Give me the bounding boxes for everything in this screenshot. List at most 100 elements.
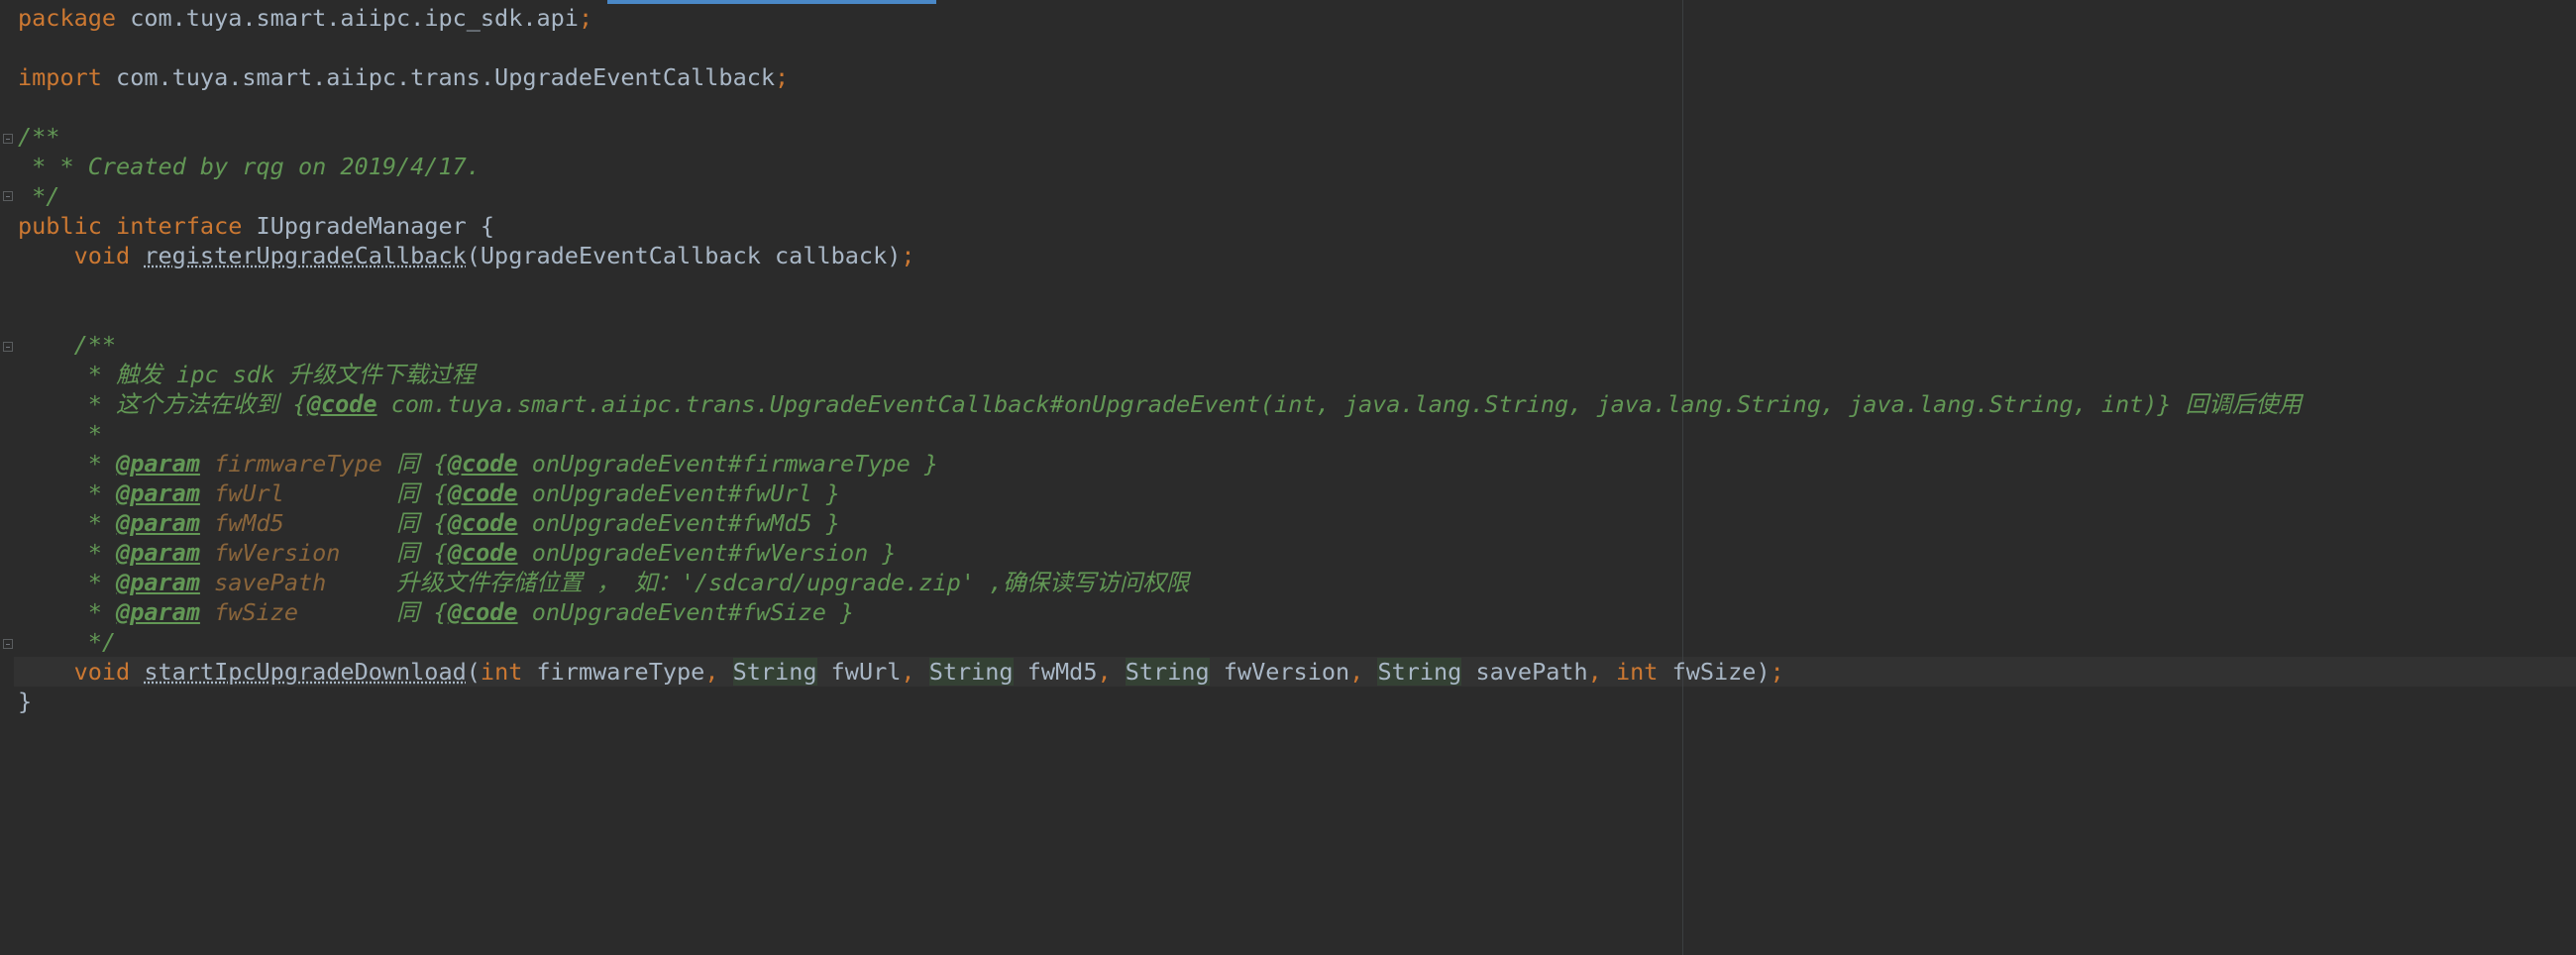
doc-param-name: fwVersion — [199, 539, 341, 567]
doc-comment: * 触发 ipc sdk 升级文件下载过程 — [73, 361, 476, 388]
doc-code-tag: @code — [447, 539, 518, 567]
doc-comment: * — [73, 450, 117, 478]
semicolon: ; — [578, 4, 593, 32]
doc-param-tag: @param — [116, 479, 200, 507]
comma: , — [1097, 658, 1126, 686]
keyword: void — [73, 242, 131, 269]
fold-toggle-icon[interactable] — [3, 342, 13, 352]
comment: * * Created by rqg on 2019/4/17. — [18, 153, 481, 180]
code-line-comment: * * Created by rqg on 2019/4/17. — [18, 152, 2302, 181]
doc-comment: */ — [73, 628, 117, 656]
code-line-param: * @param savePath 升级文件存储位置 ， 如：'/sdcard/… — [18, 568, 2302, 597]
doc-code-tag: @code — [447, 479, 518, 507]
doc-comment: onUpgradeEvent#firmwareType } — [517, 450, 939, 478]
doc-comment: 同 { — [396, 509, 448, 537]
code-line-param: * @param fwSize 同 {@code onUpgradeEvent#… — [18, 597, 2302, 627]
code-line-method: void registerUpgradeCallback(UpgradeEven… — [18, 241, 2302, 270]
doc-comment: onUpgradeEvent#fwVersion } — [517, 539, 897, 567]
code-editor[interactable]: package com.tuya.smart.aiipc.ipc_sdk.api… — [0, 0, 2576, 955]
doc-param-name: fwSize — [199, 598, 298, 626]
doc-comment: * 这个方法在收到 { — [73, 390, 307, 418]
package-name: com.tuya.smart.aiipc.ipc_sdk.api — [130, 4, 579, 32]
keyword: int — [480, 658, 523, 686]
semicolon: ; — [1770, 658, 1784, 686]
argument: savePath — [1461, 658, 1588, 686]
type-name: String — [1377, 658, 1462, 686]
doc-param-tag: @param — [116, 569, 200, 596]
doc-code-tag: @code — [447, 598, 518, 626]
code-line-package: package com.tuya.smart.aiipc.ipc_sdk.api… — [18, 3, 2302, 33]
comma: , — [704, 658, 733, 686]
argument: fwMd5 — [1013, 658, 1098, 686]
doc-param-tag: @param — [116, 509, 200, 537]
doc-comment: * — [73, 569, 117, 596]
keyword: interface — [116, 212, 243, 240]
code-line-doc: * 这个方法在收到 {@code com.tuya.smart.aiipc.tr… — [18, 389, 2302, 419]
doc-code-tag: @code — [447, 509, 518, 537]
method-params: (UpgradeEventCallback callback) — [466, 242, 902, 269]
doc-param-name: fwUrl — [199, 479, 284, 507]
code-line-param: * @param firmwareType 同 {@code onUpgrade… — [18, 449, 2302, 478]
fold-toggle-icon[interactable] — [3, 134, 13, 144]
code-line-param: * @param fwUrl 同 {@code onUpgradeEvent#f… — [18, 478, 2302, 508]
gutter — [0, 0, 14, 955]
doc-comment: onUpgradeEvent#fwUrl } — [517, 479, 840, 507]
doc-param-name: fwMd5 — [199, 509, 284, 537]
semicolon: ; — [901, 242, 915, 269]
keyword: int — [1615, 658, 1659, 686]
doc-code-tag: @code — [306, 390, 377, 418]
code-line-doc: * — [18, 419, 2302, 449]
code-line-param: * @param fwMd5 同 {@code onUpgradeEvent#f… — [18, 508, 2302, 538]
doc-comment: * — [73, 539, 117, 567]
doc-comment: * — [73, 598, 117, 626]
keyword: package — [18, 4, 117, 32]
argument: fwVersion — [1209, 658, 1350, 686]
argument: fwSize — [1658, 658, 1757, 686]
doc-comment: * — [73, 420, 102, 448]
doc-comment: onUpgradeEvent#fwSize } — [517, 598, 855, 626]
doc-param-name: firmwareType — [199, 450, 382, 478]
code-line-import: import com.tuya.smart.aiipc.trans.Upgrad… — [18, 62, 2302, 92]
doc-comment: * — [73, 509, 117, 537]
comment: /** — [18, 123, 60, 151]
keyword: void — [73, 658, 131, 686]
keyword: public — [18, 212, 102, 240]
fold-toggle-icon[interactable] — [3, 191, 13, 201]
type-name: String — [732, 658, 817, 686]
argument: firmwareType — [522, 658, 705, 686]
doc-comment: 同 { — [396, 479, 448, 507]
keyword: import — [18, 63, 102, 91]
doc-comment: /** — [73, 331, 117, 359]
method-name: registerUpgradeCallback — [144, 242, 467, 269]
code-line-doc: */ — [18, 627, 2302, 657]
code-text[interactable]: package com.tuya.smart.aiipc.ipc_sdk.api… — [18, 3, 2302, 716]
doc-comment: 升级文件存储位置 ， 如：'/sdcard/upgrade.zip' ,确保读写… — [326, 569, 1190, 596]
doc-param-tag: @param — [116, 598, 200, 626]
code-line-method: void startIpcUpgradeDownload(int firmwar… — [73, 658, 1784, 686]
code-line-comment: /** — [18, 122, 2302, 152]
import-name: com.tuya.smart.aiipc.trans.UpgradeEventC… — [116, 63, 776, 91]
code-line-doc: * 触发 ipc sdk 升级文件下载过程 — [18, 360, 2302, 389]
doc-comment: 同 { — [396, 539, 448, 567]
code-line-close: } — [18, 687, 2302, 716]
semicolon: ; — [775, 63, 790, 91]
close-brace: } — [18, 688, 33, 715]
doc-param-tag: @param — [116, 539, 200, 567]
code-line-comment: */ — [18, 181, 2302, 211]
fold-toggle-icon[interactable] — [3, 639, 13, 649]
comment: */ — [18, 182, 60, 210]
comma: , — [901, 658, 929, 686]
doc-param-name: savePath — [199, 569, 327, 596]
comma: , — [1587, 658, 1616, 686]
code-line-interface: public interface IUpgradeManager { — [18, 211, 2302, 241]
doc-comment: 同 { — [396, 450, 448, 478]
